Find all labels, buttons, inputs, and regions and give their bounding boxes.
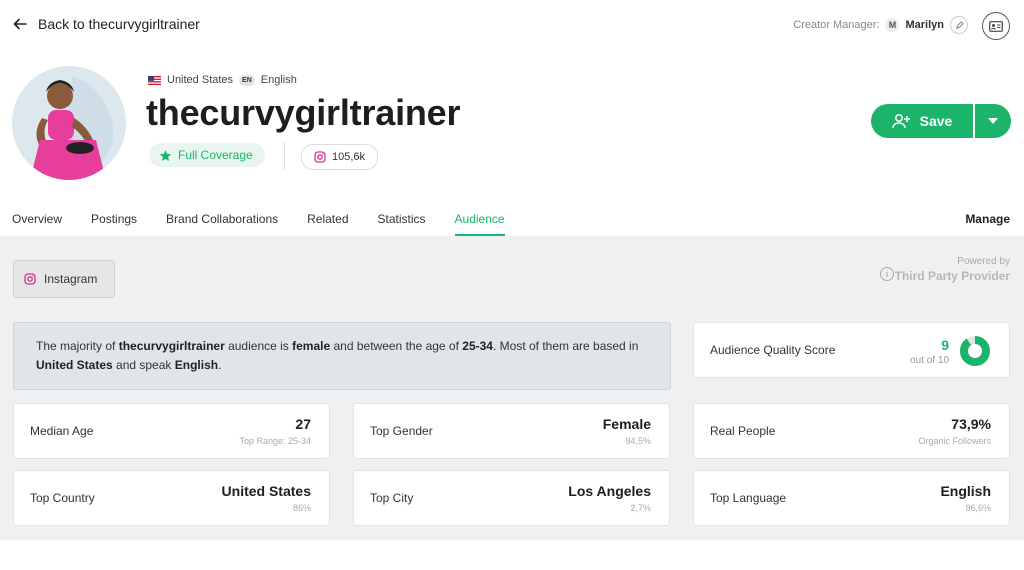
profile-avatar — [12, 66, 126, 180]
card-value: 27 — [295, 416, 311, 432]
tab-postings[interactable]: Postings — [91, 212, 137, 236]
card-value: Los Angeles — [568, 483, 651, 499]
audience-quality-card: Audience Quality Score 9 out of 10 — [693, 322, 1010, 378]
edit-manager-button[interactable] — [950, 16, 968, 34]
language-code-badge: EN — [239, 74, 255, 86]
star-icon — [159, 149, 172, 161]
card-label: Top Gender — [370, 424, 433, 438]
instagram-icon — [314, 151, 326, 163]
card-subtext: 96,6% — [965, 503, 991, 513]
card-subtext: 94,5% — [625, 436, 651, 446]
add-user-icon — [891, 114, 910, 129]
top-language-card: Top Language English 96,6% — [693, 470, 1010, 526]
audience-summary: The majority of thecurvygirltrainer audi… — [13, 322, 671, 390]
summary-language: English — [174, 358, 219, 372]
back-label: Back to thecurvygirltrainer — [38, 16, 200, 32]
manager-name: Marilyn — [905, 19, 944, 31]
tab-audience[interactable]: Audience — [454, 212, 505, 236]
save-dropdown-button[interactable] — [975, 104, 1011, 138]
card-subtext: Top Range: 25-34 — [239, 436, 311, 446]
tab-brand-collaborations[interactable]: Brand Collaborations — [166, 212, 278, 236]
summary-handle: thecurvygirltrainer — [118, 339, 225, 353]
creator-manager: Creator Manager: M Marilyn — [793, 16, 968, 34]
quality-scale: out of 10 — [910, 355, 949, 366]
platform-label: Instagram — [44, 272, 98, 286]
powered-by: Powered by Third Party Provider — [895, 256, 1010, 283]
card-value: United States — [221, 483, 311, 499]
summary-gender: female — [292, 339, 331, 353]
profile-handle: thecurvygirltrainer — [146, 92, 461, 133]
summary-text: . — [218, 358, 222, 372]
top-city-card: Top City Los Angeles 2,7% — [353, 470, 670, 526]
top-gender-card: Top Gender Female 94,5% — [353, 403, 670, 459]
info-icon[interactable]: i — [880, 267, 894, 281]
card-label: Top Language — [710, 491, 787, 505]
quality-label: Audience Quality Score — [710, 343, 836, 357]
contact-card-button[interactable] — [982, 12, 1010, 40]
coverage-badge: Full Coverage — [149, 143, 265, 167]
id-card-icon — [989, 20, 1003, 32]
card-value: 73,9% — [951, 416, 991, 432]
coverage-label: Full Coverage — [178, 148, 253, 162]
save-label: Save — [919, 113, 953, 129]
summary-text: The majority of — [36, 339, 119, 353]
card-label: Median Age — [30, 424, 94, 438]
profile-tabs: Overview Postings Brand Collaborations R… — [12, 212, 505, 236]
arrow-left-icon — [13, 18, 27, 30]
card-subtext: 2,7% — [630, 503, 651, 513]
summary-text: . Most of them are based in — [492, 339, 639, 353]
card-subtext: 86% — [292, 503, 311, 513]
summary-text: and between the age of — [330, 339, 463, 353]
pencil-icon — [955, 20, 964, 29]
quality-ring — [960, 336, 990, 366]
save-button[interactable]: Save — [871, 104, 973, 138]
card-label: Top Country — [30, 491, 95, 505]
median-age-card: Median Age 27 Top Range: 25-34 — [13, 403, 330, 459]
real-people-card: Real People 73,9% Organic Followers — [693, 403, 1010, 459]
creator-manager-label: Creator Manager: — [793, 19, 880, 31]
card-label: Real People — [710, 424, 776, 438]
instagram-icon — [24, 273, 36, 285]
tab-related[interactable]: Related — [307, 212, 348, 236]
instagram-followers-chip[interactable]: 105,6k — [301, 144, 379, 170]
country-label: United States — [167, 74, 234, 86]
summary-text: and speak — [112, 358, 175, 372]
platform-instagram-button[interactable]: Instagram — [13, 260, 115, 298]
manage-link[interactable]: Manage — [965, 212, 1010, 226]
summary-country: United States — [36, 358, 113, 372]
top-country-card: Top Country United States 86% — [13, 470, 330, 526]
card-subtext: Organic Followers — [918, 436, 991, 446]
quality-score: 9 — [941, 337, 949, 353]
card-value: English — [940, 483, 991, 499]
profile-locale: United States EN English — [148, 74, 297, 86]
save-control: Save — [871, 104, 1011, 138]
manager-avatar: M — [885, 18, 900, 32]
summary-age: 25-34 — [462, 339, 493, 353]
powered-by-label: Powered by — [957, 256, 1010, 267]
provider-name: Third Party Provider — [894, 269, 1010, 283]
caret-down-icon — [988, 118, 998, 124]
followers-count: 105,6k — [332, 151, 366, 163]
language-label: English — [260, 74, 297, 86]
summary-text: audience is — [224, 339, 293, 353]
tab-overview[interactable]: Overview — [12, 212, 62, 236]
back-link[interactable]: Back to thecurvygirltrainer — [12, 16, 200, 32]
tab-statistics[interactable]: Statistics — [378, 212, 426, 236]
us-flag-icon — [148, 75, 161, 85]
divider — [284, 142, 285, 170]
card-label: Top City — [370, 491, 414, 505]
card-value: Female — [602, 416, 651, 432]
